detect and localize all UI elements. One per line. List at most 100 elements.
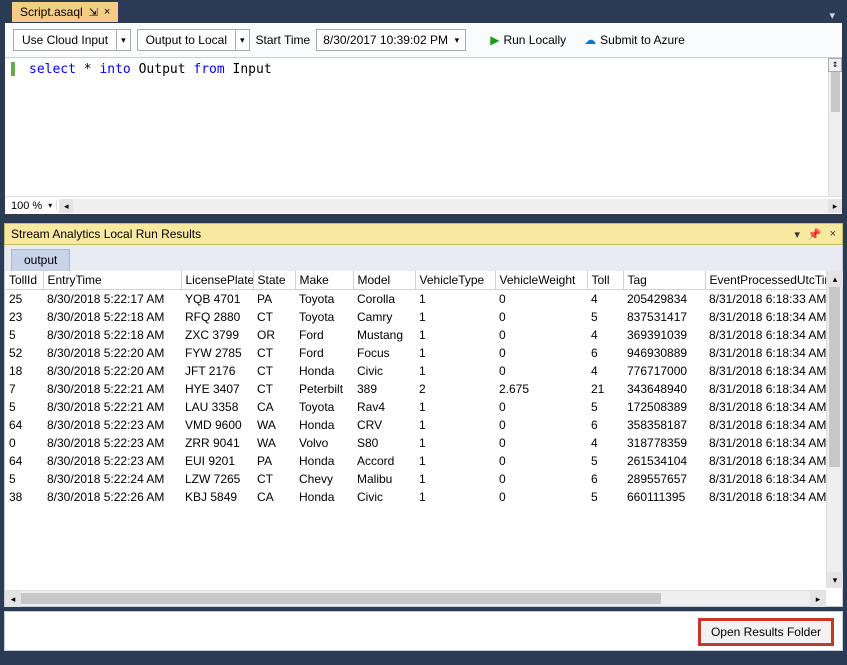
output-tab[interactable]: output — [11, 249, 70, 271]
column-header[interactable]: Model — [353, 271, 415, 290]
open-results-folder-button[interactable]: Open Results Folder — [698, 618, 834, 646]
pin-icon[interactable]: ⇲ — [89, 6, 98, 19]
close-icon[interactable]: × — [104, 6, 110, 18]
cell: 8/31/2018 6:18:34 AM — [705, 452, 842, 470]
table-row[interactable]: 258/30/2018 5:22:17 AMYQB 4701PAToyotaCo… — [5, 290, 842, 309]
column-header[interactable]: State — [253, 271, 295, 290]
cell: 4 — [587, 362, 623, 380]
table-row[interactable]: 238/30/2018 5:22:18 AMRFQ 2880CTToyotaCa… — [5, 308, 842, 326]
cell: 1 — [415, 398, 495, 416]
cell: 4 — [587, 290, 623, 309]
results-grid[interactable]: TollIdEntryTimeLicensePlateStateMakeMode… — [5, 271, 842, 506]
chevron-down-icon[interactable]: ▾ — [455, 35, 460, 46]
column-header[interactable]: LicensePlate — [181, 271, 253, 290]
cloud-input-combo[interactable]: Use Cloud Input ▾ — [13, 29, 131, 51]
chevron-down-icon[interactable]: ▾ — [235, 30, 249, 50]
column-header[interactable]: TollId — [5, 271, 43, 290]
scrollbar-thumb[interactable] — [831, 72, 840, 112]
output-local-combo[interactable]: Output to Local ▾ — [137, 29, 250, 51]
table-row[interactable]: 58/30/2018 5:22:18 AMZXC 3799ORFordMusta… — [5, 326, 842, 344]
cell: 5 — [5, 326, 43, 344]
cell: RFQ 2880 — [181, 308, 253, 326]
results-grid-wrap: TollIdEntryTimeLicensePlateStateMakeMode… — [5, 271, 842, 606]
cloud-input-label: Use Cloud Input — [14, 30, 116, 50]
column-header[interactable]: EventProcessedUtcTime — [705, 271, 842, 290]
table-row[interactable]: 58/30/2018 5:22:21 AMLAU 3358CAToyotaRav… — [5, 398, 842, 416]
column-header[interactable]: EntryTime — [43, 271, 181, 290]
cell: 8/31/2018 6:18:34 AM — [705, 362, 842, 380]
start-time-picker[interactable]: 8/30/2017 10:39:02 PM ▾ — [316, 29, 466, 51]
tab-title: Script.asaql — [20, 5, 83, 19]
scroll-right-icon[interactable]: ▸ — [810, 591, 826, 607]
results-tabs: output — [4, 245, 843, 271]
column-header[interactable]: VehicleWeight — [495, 271, 587, 290]
chevron-down-icon[interactable]: ▾ — [44, 201, 57, 210]
cell: ZXC 3799 — [181, 326, 253, 344]
editor-pane: Use Cloud Input ▾ Output to Local ▾ Star… — [4, 22, 843, 215]
scroll-left-icon[interactable]: ◂ — [59, 199, 73, 213]
cell: 0 — [495, 362, 587, 380]
cell: CA — [253, 398, 295, 416]
scroll-right-icon[interactable]: ▸ — [828, 199, 842, 213]
cell: 1 — [415, 344, 495, 362]
cell: Camry — [353, 308, 415, 326]
table-row[interactable]: 648/30/2018 5:22:23 AMEUI 9201PAHondaAcc… — [5, 452, 842, 470]
chevron-down-icon[interactable]: ▾ — [116, 30, 130, 50]
table-row[interactable]: 648/30/2018 5:22:23 AMVMD 9600WAHondaCRV… — [5, 416, 842, 434]
scroll-down-icon[interactable]: ▾ — [827, 572, 843, 588]
output-local-label: Output to Local — [138, 30, 235, 50]
column-header[interactable]: VehicleType — [415, 271, 495, 290]
scrollbar-thumb[interactable] — [829, 287, 840, 467]
zoom-level[interactable]: 100 % — [5, 200, 44, 212]
scroll-left-icon[interactable]: ◂ — [5, 591, 21, 607]
scroll-up-icon[interactable]: ▴ — [827, 271, 843, 287]
column-header[interactable]: Make — [295, 271, 353, 290]
editor-vertical-scrollbar[interactable] — [828, 72, 842, 196]
close-icon[interactable]: × — [830, 228, 836, 241]
table-row[interactable]: 188/30/2018 5:22:20 AMJFT 2176CTHondaCiv… — [5, 362, 842, 380]
cell: 8/30/2018 5:22:21 AM — [43, 398, 181, 416]
cell: 8/30/2018 5:22:20 AM — [43, 362, 181, 380]
split-toggle-icon[interactable]: ↕ — [828, 58, 842, 72]
tabstrip-dropdown-icon[interactable]: ▾ — [823, 9, 841, 22]
column-header[interactable]: Toll — [587, 271, 623, 290]
sql-keyword: into — [99, 62, 130, 77]
results-vertical-scrollbar[interactable]: ▴ ▾ — [826, 271, 842, 588]
cell: JFT 2176 — [181, 362, 253, 380]
results-horizontal-scrollbar[interactable]: ◂ ▸ — [5, 590, 826, 606]
cell: 8/31/2018 6:18:34 AM — [705, 308, 842, 326]
column-header[interactable]: Tag — [623, 271, 705, 290]
submit-azure-button[interactable]: ☁ Submit to Azure — [578, 31, 691, 49]
cell: 0 — [495, 326, 587, 344]
cell: 7 — [5, 380, 43, 398]
cell: 1 — [415, 488, 495, 506]
cell: Honda — [295, 362, 353, 380]
pane-splitter[interactable] — [0, 215, 847, 223]
cell: 369391039 — [623, 326, 705, 344]
sql-text: Output — [131, 62, 194, 77]
cell: 8/31/2018 6:18:34 AM — [705, 488, 842, 506]
table-row[interactable]: 528/30/2018 5:22:20 AMFYW 2785CTFordFocu… — [5, 344, 842, 362]
table-row[interactable]: 388/30/2018 5:22:26 AMKBJ 5849CAHondaCiv… — [5, 488, 842, 506]
query-editor[interactable]: select * into Output from Input ↕ — [5, 58, 842, 196]
table-row[interactable]: 78/30/2018 5:22:21 AMHYE 3407CTPeterbilt… — [5, 380, 842, 398]
table-row[interactable]: 58/30/2018 5:22:24 AMLZW 7265CTChevyMali… — [5, 470, 842, 488]
document-tab[interactable]: Script.asaql ⇲ × — [12, 2, 118, 22]
editor-horizontal-scrollbar[interactable]: ◂ ▸ — [59, 199, 842, 213]
cell: 0 — [495, 434, 587, 452]
cell: OR — [253, 326, 295, 344]
run-locally-button[interactable]: ▶ Run Locally — [484, 31, 572, 49]
cell: CT — [253, 362, 295, 380]
cell: 0 — [495, 290, 587, 309]
pin-icon[interactable]: 📌 — [808, 228, 822, 241]
scrollbar-thumb[interactable] — [21, 593, 661, 604]
cell: CT — [253, 308, 295, 326]
cell: 389 — [353, 380, 415, 398]
chevron-down-icon[interactable]: ▾ — [794, 228, 800, 241]
editor-status-bar: 100 % ▾ ◂ ▸ — [5, 196, 842, 214]
cloud-icon: ☁ — [584, 33, 596, 47]
cell: 6 — [587, 344, 623, 362]
table-row[interactable]: 08/30/2018 5:22:23 AMZRR 9041WAVolvoS801… — [5, 434, 842, 452]
cell: 8/30/2018 5:22:20 AM — [43, 344, 181, 362]
cell: 358358187 — [623, 416, 705, 434]
